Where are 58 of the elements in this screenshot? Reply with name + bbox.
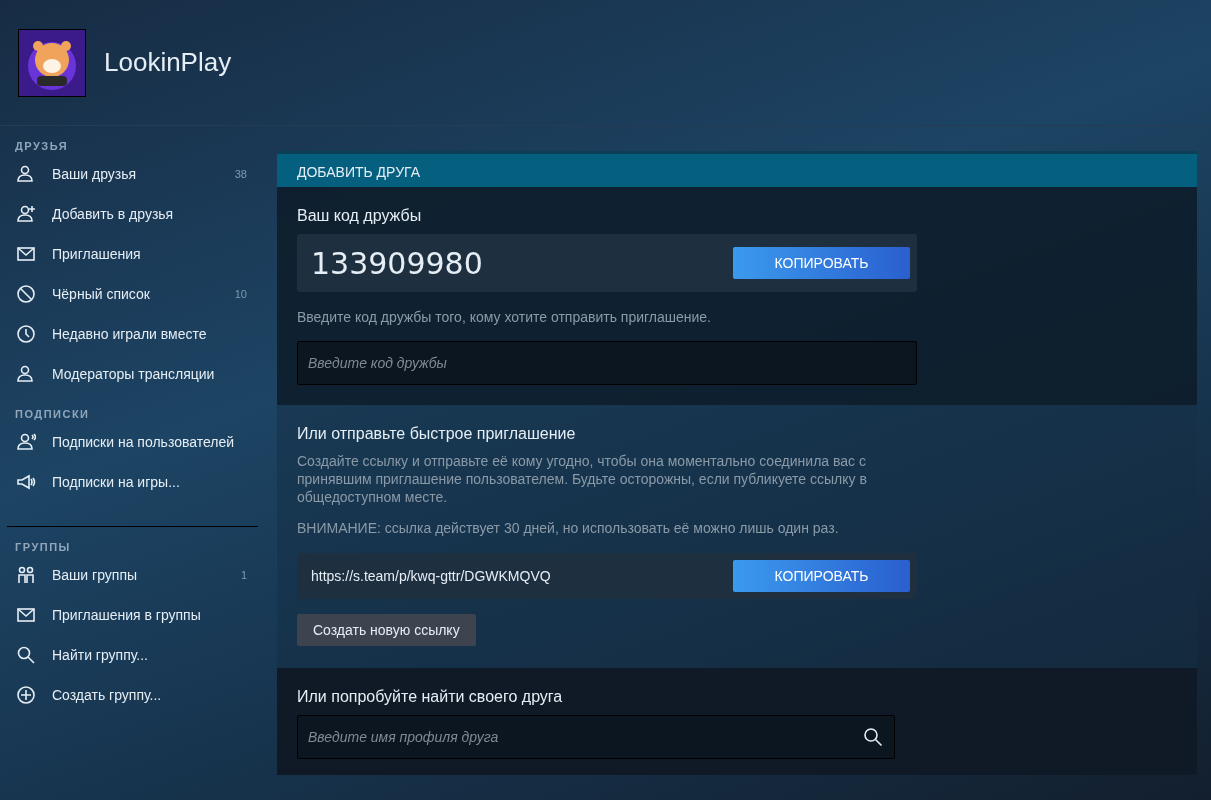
sidebar-item[interactable]: Ваши друзья 38 xyxy=(0,154,258,194)
sidebar-item[interactable]: Подписки на игры... xyxy=(0,462,258,502)
copy-button[interactable]: КОПИРОВАТЬ xyxy=(733,247,910,279)
copy-button[interactable]: КОПИРОВАТЬ xyxy=(733,560,910,592)
item-label: Подписки на игры... xyxy=(52,474,181,490)
item-label: Добавить в друзья xyxy=(52,206,175,222)
item-label: Приглашения в группы xyxy=(52,607,202,623)
item-count: 38 xyxy=(234,168,247,180)
sidebar-item[interactable]: Модераторы трансляции xyxy=(0,354,258,394)
person-icon xyxy=(16,364,36,384)
panel-header: ДОБАВИТЬ ДРУГА xyxy=(277,151,1197,187)
sidebar-item[interactable]: Чёрный список 10 xyxy=(0,274,258,314)
sidebar-item[interactable]: Подписки на пользователей xyxy=(0,422,258,462)
profile-search-field[interactable]: Введите имя профиля друга xyxy=(297,715,895,759)
description-text: Создайте ссылку и отправьте её кому угодно, чтобы она моментально соединила вас с принявшим приглашение пользователем. Будьте осторожны, если публикуете ссылку в общедоступном месте. xyxy=(297,452,868,506)
person-icon xyxy=(16,164,36,184)
section-heading: ГРУППЫ xyxy=(14,541,72,555)
sidebar-item[interactable]: Найти группу... xyxy=(0,635,258,675)
sidebar-item[interactable]: Ваши группы 1 xyxy=(0,555,258,595)
clock-icon xyxy=(16,324,36,344)
person-broadcast-icon xyxy=(16,432,36,452)
add-person-icon xyxy=(16,204,36,224)
new-link-button[interactable]: Создать новую ссылку xyxy=(297,614,476,646)
friend-code: 133909980 xyxy=(311,245,483,281)
section-heading: Или отправьте быстрое приглашение xyxy=(297,425,577,443)
item-label: Приглашения xyxy=(52,246,142,262)
section-heading: Ваш код дружбы xyxy=(297,207,423,225)
item-count: 10 xyxy=(234,288,247,300)
blocked-icon xyxy=(16,284,36,304)
search-icon xyxy=(863,727,883,747)
item-label: Создать группу... xyxy=(52,687,163,703)
friend-code-input[interactable]: Введите код дружбы xyxy=(297,341,917,385)
item-label: Чёрный список xyxy=(52,286,151,302)
section-heading: ПОДПИСКИ xyxy=(14,408,91,422)
search-icon xyxy=(16,645,36,665)
item-label: Ваши группы xyxy=(52,567,139,583)
section-heading: ДРУЗЬЯ xyxy=(14,140,70,154)
envelope-icon xyxy=(16,244,36,264)
avatar-picture xyxy=(19,29,85,96)
item-count: 1 xyxy=(240,569,247,581)
warning-text: ВНИМАНИЕ: ссылка действует 30 дней, но использовать её можно лишь один раз. xyxy=(297,519,840,537)
hint-text: Введите код дружбы того, кому хотите отправить приглашение. xyxy=(297,309,712,325)
sidebar-item[interactable]: Приглашения xyxy=(0,234,258,274)
item-label: Модераторы трансляции xyxy=(52,366,216,382)
sidebar-item[interactable]: Добавить в друзья xyxy=(0,194,258,234)
item-label: Найти группу... xyxy=(52,647,149,663)
profile-name: LookinPlay xyxy=(104,47,232,78)
item-label: Подписки на пользователей xyxy=(52,434,236,450)
item-label: Недавно играли вместе xyxy=(52,326,208,342)
megaphone-icon xyxy=(16,472,36,492)
sidebar-item[interactable]: Приглашения в группы xyxy=(0,595,258,635)
sidebar-item[interactable]: Создать группу... xyxy=(0,675,258,715)
sidebar-item[interactable]: Недавно играли вместе xyxy=(0,314,258,354)
section-heading: Или попробуйте найти своего друга xyxy=(297,688,564,706)
plus-circle-icon xyxy=(16,685,36,705)
item-label: Ваши друзья xyxy=(52,166,138,182)
people-icon xyxy=(16,565,36,585)
envelope-icon xyxy=(16,605,36,625)
